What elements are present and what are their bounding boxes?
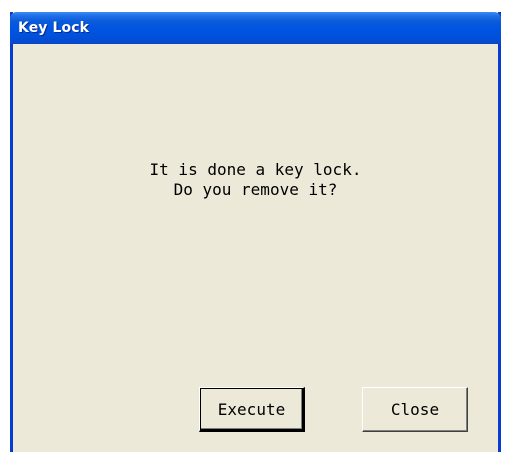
dialog-message: It is done a key lock. Do you remove it? — [13, 160, 498, 200]
message-line-1: It is done a key lock. — [149, 160, 362, 179]
window-title: Key Lock — [18, 20, 90, 36]
title-bar[interactable]: Key Lock — [10, 12, 501, 44]
key-lock-dialog: Key Lock It is done a key lock. Do you r… — [10, 12, 501, 452]
close-button[interactable]: Close — [362, 387, 468, 432]
execute-button[interactable]: Execute — [199, 387, 305, 432]
message-line-2: Do you remove it? — [173, 180, 338, 199]
dialog-body: It is done a key lock. Do you remove it?… — [13, 44, 498, 452]
